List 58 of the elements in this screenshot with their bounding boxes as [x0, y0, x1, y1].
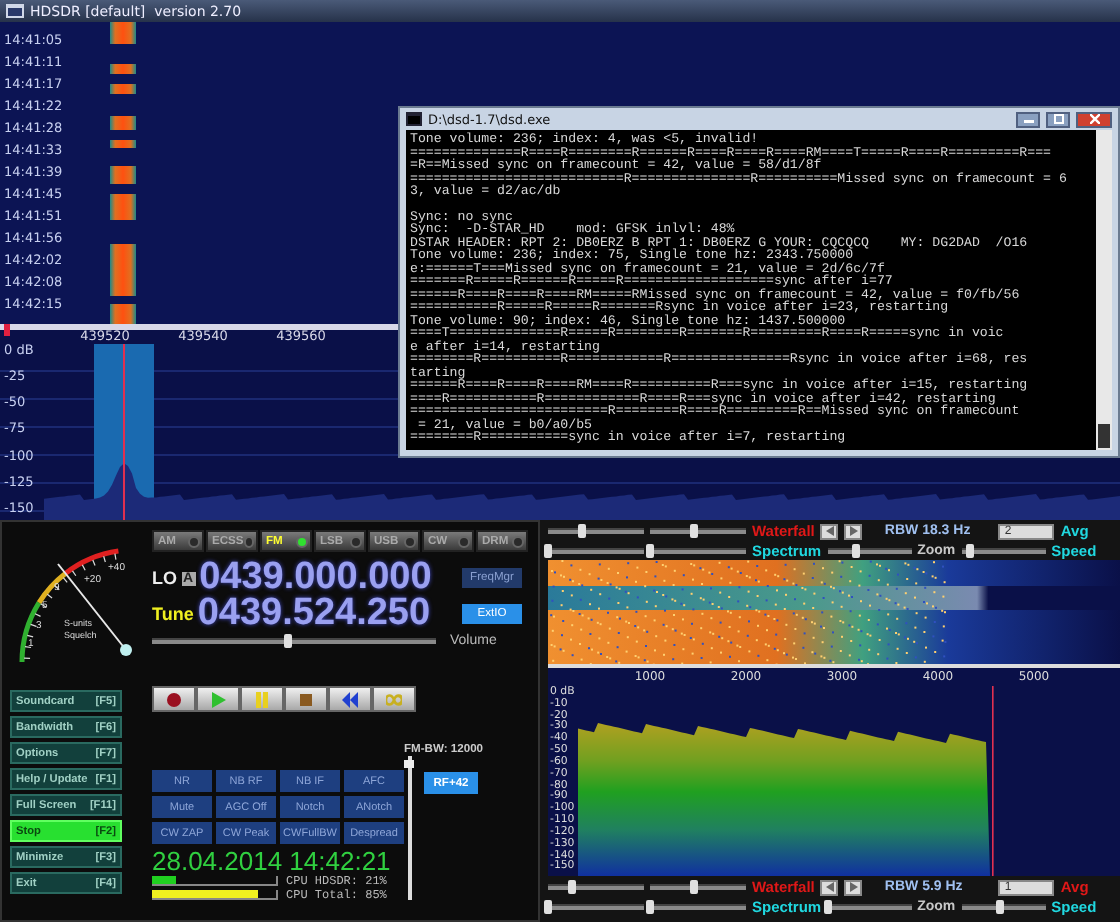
led-icon — [512, 535, 524, 547]
slider-thumb[interactable] — [544, 544, 552, 558]
stop-icon — [298, 691, 314, 707]
loop-button[interactable] — [372, 686, 416, 712]
slider-thumb[interactable] — [823, 900, 832, 914]
close-button[interactable] — [1076, 111, 1112, 127]
slider-thumb[interactable] — [568, 880, 576, 894]
led-icon — [296, 535, 308, 547]
led-icon — [458, 535, 470, 547]
scrollbar-thumb[interactable] — [1098, 424, 1110, 448]
rewind-button[interactable] — [328, 686, 372, 712]
loop-icon — [386, 691, 402, 707]
right-arrow-icon — [849, 882, 858, 892]
slider-thumb[interactable] — [404, 760, 414, 769]
record-icon — [166, 691, 182, 707]
slider-thumb[interactable] — [284, 634, 293, 648]
slider-thumb[interactable] — [995, 900, 1004, 914]
arrow-button[interactable] — [820, 523, 839, 539]
arrow-button[interactable] — [844, 523, 863, 539]
frequency-marker-icon — [4, 324, 10, 336]
needle — [57, 563, 132, 656]
slider-thumb[interactable] — [852, 544, 861, 558]
slider-thumb[interactable] — [646, 544, 654, 558]
frequency-display: 0439.524.250 — [197, 596, 431, 632]
rewind-icon — [342, 691, 358, 707]
maximize-button[interactable] — [1046, 111, 1070, 127]
scrollbar[interactable] — [1096, 130, 1112, 450]
minimize-icon — [1023, 114, 1033, 124]
stop-button[interactable] — [284, 686, 328, 712]
right-arrow-icon — [849, 526, 858, 536]
slider-thumb[interactable] — [689, 880, 698, 894]
slider-thumb[interactable] — [577, 524, 586, 538]
play-button[interactable] — [196, 686, 240, 712]
console-icon — [406, 112, 422, 126]
tune-label: Tune — [152, 604, 194, 624]
pause-icon — [254, 691, 270, 707]
led-icon — [188, 535, 200, 547]
arrow-button[interactable] — [844, 879, 863, 895]
slider-thumb[interactable] — [965, 544, 974, 558]
arrow-button[interactable] — [820, 879, 839, 895]
led-icon — [404, 535, 416, 547]
play-icon — [210, 691, 226, 707]
frequency-display: 0439.000.000 — [199, 560, 432, 596]
lo-label: LO — [152, 568, 177, 588]
led-icon — [350, 535, 362, 547]
pause-button[interactable] — [240, 686, 284, 712]
minimize-button[interactable] — [1016, 111, 1040, 127]
record-button[interactable] — [152, 686, 196, 712]
slider-thumb[interactable] — [544, 900, 552, 914]
led-icon — [243, 535, 254, 547]
close-icon — [1089, 114, 1099, 124]
slider-thumb[interactable] — [689, 524, 698, 538]
slider-thumb[interactable] — [646, 900, 654, 914]
app-icon — [6, 4, 24, 18]
maximize-icon — [1053, 114, 1063, 124]
left-arrow-icon — [825, 526, 834, 536]
date-time: 28.04.2014 14:42:21 — [152, 848, 393, 874]
left-arrow-icon — [825, 882, 834, 892]
